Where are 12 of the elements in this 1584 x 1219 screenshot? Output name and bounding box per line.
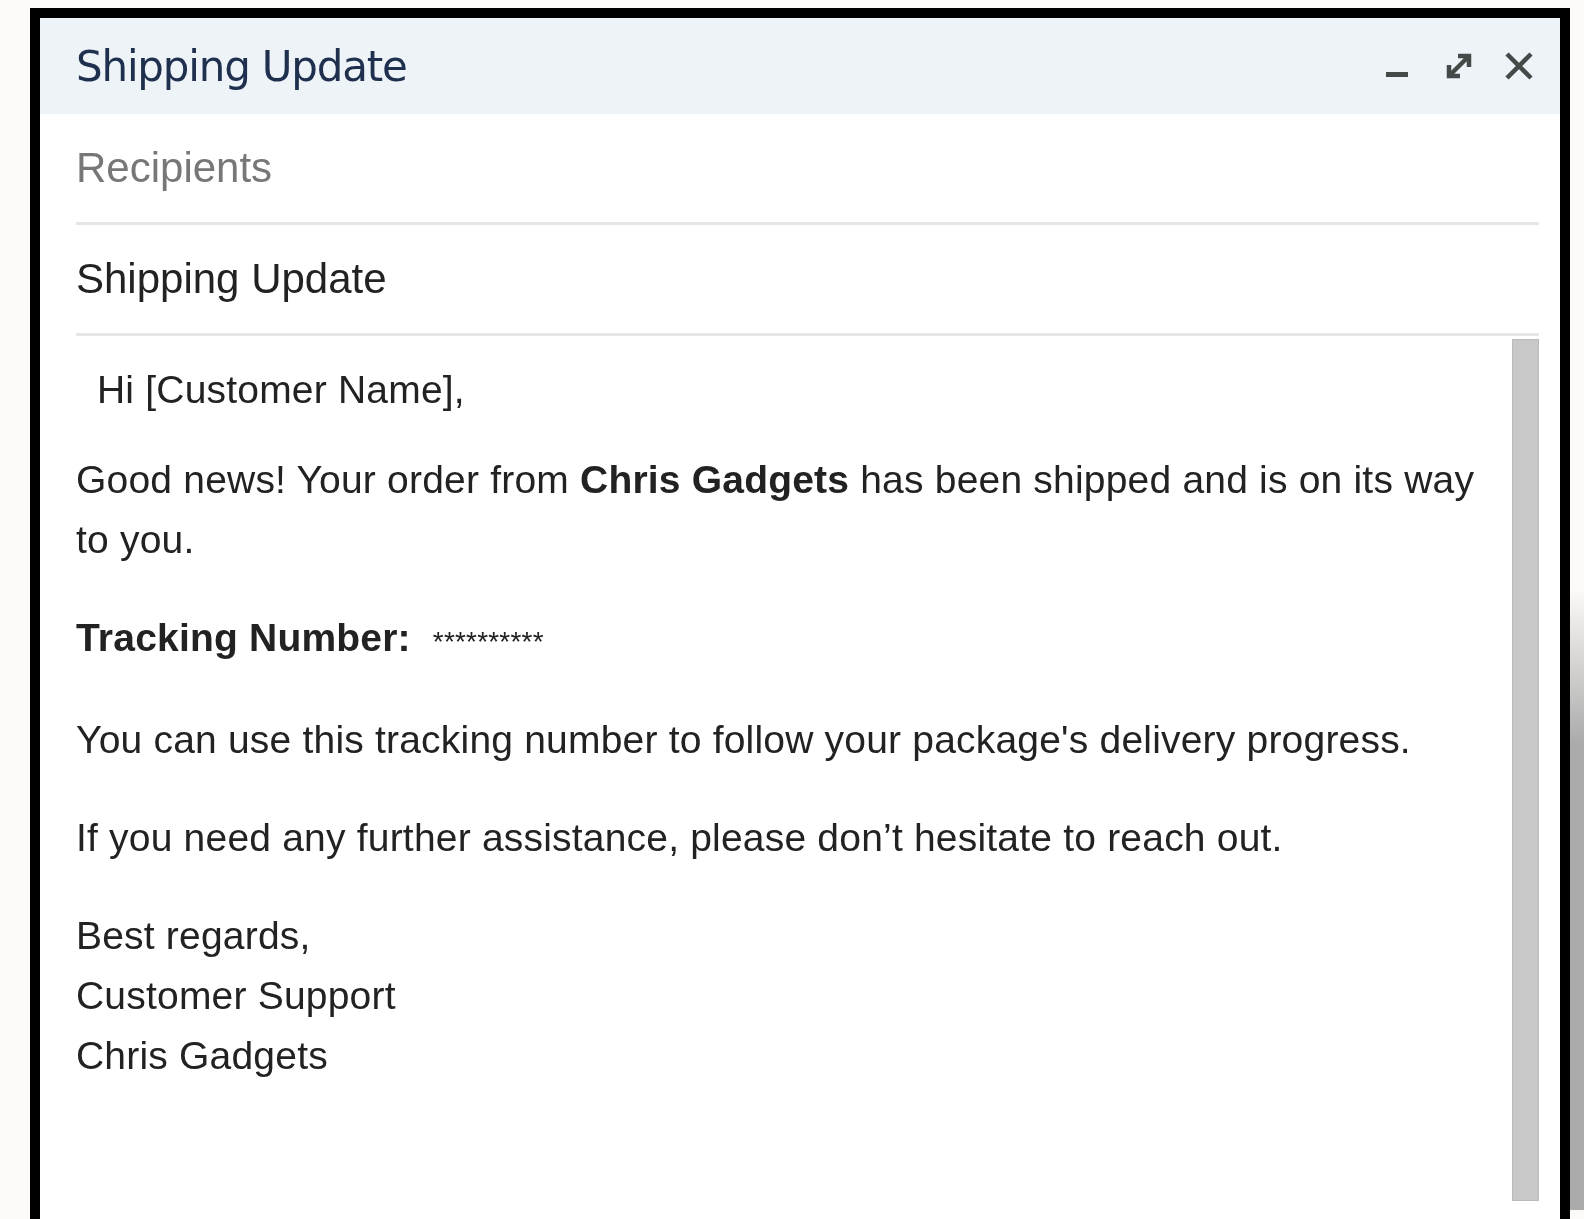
field-label: Tracking Number: (76, 615, 411, 661)
recipients-field[interactable]: Recipients (76, 144, 1539, 192)
signature-line: Chris Gadgets (76, 1033, 328, 1079)
subject-field[interactable]: Shipping Update (76, 255, 1539, 303)
body-paragraph: If you need any further assistance, please don’t hesitate to reach out. (76, 815, 1284, 861)
signature-line: Best regards, (76, 913, 311, 959)
greeting-text: Hi [Customer Name], (97, 368, 465, 411)
body-paragraph: You can use this tracking number to follow your package's delivery progress. (76, 717, 1412, 763)
window-title: Shipping Update (76, 41, 407, 91)
signature-line: Customer Support (76, 973, 396, 1019)
masked-value: ********** (432, 625, 544, 659)
body-paragraph: Good news! Your order from Chris Gadgets has been shipped and is on its way to you. (76, 457, 1476, 563)
